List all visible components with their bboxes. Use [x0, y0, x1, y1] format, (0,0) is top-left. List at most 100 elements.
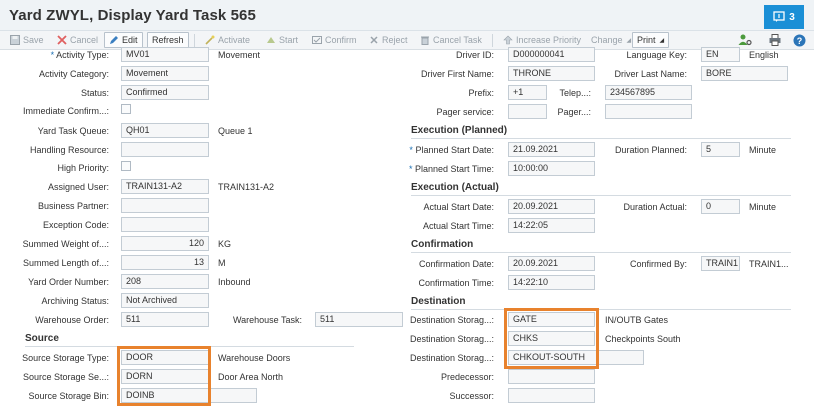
predecessor-field[interactable]: [508, 369, 595, 384]
increase-priority-button[interactable]: Increase Priority: [498, 32, 586, 48]
immediate-confirm-checkbox[interactable]: [121, 104, 131, 114]
print-menu-button[interactable]: Print ◢: [632, 32, 670, 48]
edit-button[interactable]: Edit: [104, 32, 143, 48]
destination-storage-section-field[interactable]: CHKS: [508, 331, 595, 346]
source-storage-bin-field[interactable]: DOINB: [121, 388, 257, 403]
archiving-status-field[interactable]: Not Archived: [121, 293, 209, 308]
warehouse-task-label: Warehouse Task:: [232, 315, 302, 325]
driver-first-name-label: Driver First Name:: [420, 69, 494, 79]
prefix-field[interactable]: +1: [508, 85, 547, 100]
confirmed-by-desc: TRAIN1...: [749, 259, 789, 269]
user-settings-button[interactable]: [736, 32, 753, 48]
assigned-user-field[interactable]: TRAIN131-A2: [121, 179, 209, 194]
summed-weight-label: Summed Weight of...:: [22, 239, 109, 249]
destination-storage-section-label: Destination Storag...:: [409, 334, 494, 344]
activity-type-label: Activity Type:: [51, 49, 109, 61]
save-button[interactable]: Save: [5, 32, 49, 48]
confirm-icon: [312, 36, 322, 44]
reject-button[interactable]: Reject: [364, 32, 413, 48]
actual-start-time-field[interactable]: 14:22:05: [508, 218, 595, 233]
message-icon: [773, 11, 785, 22]
notification-count: 3: [789, 11, 795, 23]
print-button[interactable]: [766, 32, 783, 48]
yard-order-number-desc: Inbound: [218, 277, 251, 287]
source-storage-bin-label: Source Storage Bin:: [28, 391, 109, 401]
status-field[interactable]: Confirmed: [121, 85, 209, 100]
cancel-button[interactable]: Cancel: [52, 32, 103, 48]
actual-start-date-field[interactable]: 20.09.2021: [508, 199, 595, 214]
telephone-field[interactable]: 234567895: [605, 85, 692, 100]
toolbar-divider: [194, 34, 195, 47]
status-label: Status:: [80, 88, 109, 98]
source-storage-section-field[interactable]: DORN: [121, 369, 209, 384]
confirmed-by-label: Confirmed By:: [629, 259, 687, 269]
notifications-button[interactable]: 3: [764, 5, 804, 29]
successor-field[interactable]: [508, 388, 595, 403]
high-priority-checkbox[interactable]: [121, 161, 131, 171]
exception-code-field[interactable]: [121, 217, 209, 232]
source-storage-section-label: Source Storage Se...:: [22, 372, 109, 382]
successor-label: Successor:: [449, 391, 494, 401]
execution-actual-section-title: Execution (Actual): [411, 182, 499, 193]
actual-start-date-label: Actual Start Date:: [423, 202, 494, 212]
yard-task-queue-field[interactable]: QH01: [121, 123, 209, 138]
warehouse-order-field[interactable]: 511: [121, 312, 209, 327]
high-priority-label: High Priority:: [57, 163, 109, 173]
business-partner-field[interactable]: [121, 198, 209, 213]
business-partner-label: Business Partner:: [37, 201, 109, 211]
assigned-user-desc: TRAIN131-A2: [218, 182, 275, 192]
summed-weight-unit: KG: [218, 239, 232, 249]
start-icon: [267, 37, 275, 43]
chevron-down-icon: ◢: [626, 37, 632, 44]
driver-last-name-field[interactable]: BORE: [701, 66, 788, 81]
printer-icon: [769, 34, 780, 46]
activate-button[interactable]: Activate: [200, 32, 255, 48]
summed-length-field[interactable]: 13: [121, 255, 209, 270]
activity-category-label: Activity Category:: [38, 69, 109, 79]
cancel-task-button[interactable]: Cancel Task: [415, 32, 487, 48]
help-button[interactable]: ?: [791, 32, 808, 48]
confirmed-by-field[interactable]: TRAIN1: [701, 256, 740, 271]
planned-start-date-label: Planned Start Date:: [409, 144, 494, 156]
exception-code-label: Exception Code:: [42, 220, 109, 230]
change-menu-button[interactable]: Change ◢: [586, 32, 636, 48]
warehouse-task-field[interactable]: 511: [315, 312, 403, 327]
pager-service-field[interactable]: [508, 104, 547, 119]
summed-length-label: Summed Length of...:: [22, 258, 109, 268]
destination-storage-type-field[interactable]: GATE: [508, 312, 595, 327]
handling-resource-field[interactable]: [121, 142, 209, 157]
user-settings-icon: [738, 34, 752, 46]
driver-last-name-label: Driver Last Name:: [614, 69, 687, 79]
planned-start-date-field[interactable]: 21.09.2021: [508, 142, 595, 157]
planned-start-time-field[interactable]: 10:00:00: [508, 161, 595, 176]
reject-icon: [370, 36, 378, 44]
duration-planned-field[interactable]: 5: [701, 142, 740, 157]
start-button[interactable]: Start: [261, 32, 303, 48]
immediate-confirm-label: Immediate Confirm...:: [22, 106, 109, 116]
help-icon: ?: [793, 34, 806, 46]
destination-storage-type-desc: IN/OUTB Gates: [605, 315, 669, 325]
activity-category-field[interactable]: Movement: [121, 66, 209, 81]
destination-storage-bin-field[interactable]: CHKOUT-SOUTH: [508, 350, 644, 365]
execution-planned-section-title: Execution (Planned): [411, 125, 508, 136]
language-key-field[interactable]: EN: [701, 47, 740, 62]
confirmation-date-field[interactable]: 20.09.2021: [508, 256, 595, 271]
activity-type-field[interactable]: MV01: [121, 47, 209, 62]
section-divider: [25, 346, 354, 347]
close-icon: [57, 35, 67, 45]
driver-id-field[interactable]: D000000041: [508, 47, 595, 62]
destination-storage-bin-label: Destination Storag...:: [409, 353, 494, 363]
duration-actual-field[interactable]: 0: [701, 199, 740, 214]
pager-field[interactable]: [605, 104, 692, 119]
language-key-label: Language Key:: [626, 50, 687, 60]
summed-weight-field[interactable]: 120: [121, 236, 209, 251]
driver-first-name-field[interactable]: THRONE: [508, 66, 595, 81]
confirm-button[interactable]: Confirm: [307, 32, 362, 48]
pager-label: Pager...:: [557, 107, 591, 117]
destination-section-title: Destination: [411, 296, 466, 307]
source-storage-type-field[interactable]: DOOR: [121, 350, 209, 365]
yard-order-number-field[interactable]: 208: [121, 274, 209, 289]
actual-start-time-label: Actual Start Time:: [422, 221, 494, 231]
refresh-button[interactable]: Refresh: [147, 32, 189, 48]
confirmation-time-field[interactable]: 14:22:10: [508, 275, 595, 290]
